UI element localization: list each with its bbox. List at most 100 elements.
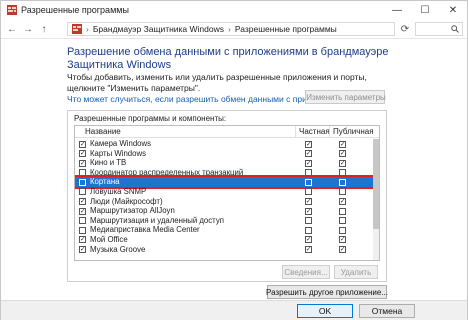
cancel-button[interactable]: Отмена <box>359 304 415 318</box>
row-name: Маршрутизация и удаленный доступ <box>90 215 224 225</box>
row-name: Кортана <box>90 177 120 187</box>
row-enabled-checkbox[interactable]: ✓ <box>79 246 86 254</box>
row-enabled-checkbox[interactable]: ✓ <box>79 236 86 244</box>
maximize-button[interactable]: ☐ <box>411 1 439 19</box>
row-name: Люди (Майкрософт) <box>90 196 163 206</box>
public-checkbox[interactable] <box>339 207 346 215</box>
details-button[interactable]: Сведения... <box>282 265 330 279</box>
private-checkbox[interactable]: ✓ <box>305 236 312 244</box>
private-checkbox[interactable]: ✓ <box>305 246 312 254</box>
private-checkbox[interactable] <box>305 169 312 177</box>
table-row[interactable]: Кортана <box>75 175 375 189</box>
ok-button[interactable]: OK <box>297 304 353 318</box>
row-name: Музыка Groove <box>90 244 146 254</box>
row-name: Ловушка SNMP <box>90 186 147 196</box>
row-name: Мой Office <box>90 234 128 244</box>
row-name: Медиаприставка Media Center <box>90 225 200 235</box>
breadcrumb-firewall[interactable]: Брандмауэр Защитника Windows <box>93 24 224 34</box>
firewall-icon <box>72 24 82 34</box>
row-enabled-checkbox[interactable]: ✓ <box>79 207 86 215</box>
scrollbar-thumb[interactable] <box>373 139 379 229</box>
private-checkbox[interactable]: ✓ <box>305 207 312 215</box>
column-public-header[interactable]: Публичная <box>333 127 374 136</box>
column-divider <box>329 126 330 138</box>
up-button[interactable]: ↑ <box>37 22 51 36</box>
private-checkbox[interactable] <box>305 226 312 234</box>
private-checkbox[interactable] <box>305 188 312 196</box>
public-checkbox[interactable]: ✓ <box>339 198 346 206</box>
search-icon <box>451 25 459 33</box>
public-checkbox[interactable]: ✓ <box>339 236 346 244</box>
public-checkbox[interactable]: ✓ <box>339 246 346 254</box>
breadcrumb-separator: › <box>228 24 231 34</box>
allowed-apps-group: Разрешенные программы и компоненты: Назв… <box>67 110 387 282</box>
column-divider <box>295 126 296 138</box>
dialog-footer: OK Отмена <box>1 300 467 320</box>
private-checkbox[interactable]: ✓ <box>305 159 312 167</box>
forward-button[interactable]: → <box>21 22 35 36</box>
change-settings-label: Изменить параметры <box>306 92 386 102</box>
private-checkbox[interactable]: ✓ <box>305 140 312 148</box>
row-enabled-checkbox[interactable]: ✓ <box>79 198 86 206</box>
private-checkbox[interactable] <box>305 178 312 186</box>
navigation-bar: ← → ↑ › Брандмауэр Защитника Windows › Р… <box>1 19 467 39</box>
back-button[interactable]: ← <box>5 22 19 36</box>
title-bar: Разрешенные программы — ☐ ✕ <box>1 1 467 19</box>
public-checkbox[interactable]: ✓ <box>339 140 346 148</box>
table-row[interactable]: Координатор распределенных транзакций <box>75 168 373 178</box>
column-name-header[interactable]: Название <box>85 127 121 136</box>
address-bar[interactable]: › Брандмауэр Защитника Windows › Разреше… <box>67 22 395 36</box>
search-box[interactable] <box>415 22 463 36</box>
public-checkbox[interactable]: ✓ <box>339 159 346 167</box>
row-enabled-checkbox[interactable]: ✓ <box>79 150 86 158</box>
table-row[interactable]: ✓ Кино и ТВ ✓ ✓ <box>75 158 373 168</box>
public-checkbox[interactable] <box>339 169 346 177</box>
firewall-allowed-apps-window: Разрешенные программы — ☐ ✕ ← → ↑ › Бран… <box>0 0 468 320</box>
private-checkbox[interactable]: ✓ <box>305 150 312 158</box>
allow-other-app-button[interactable]: Разрешить другое приложение... <box>266 285 388 299</box>
row-enabled-checkbox[interactable]: ✓ <box>79 159 86 167</box>
page-heading: Разрешение обмена данными с приложениями… <box>67 46 389 71</box>
firewall-icon <box>7 5 17 15</box>
minimize-button[interactable]: — <box>383 1 411 19</box>
private-checkbox[interactable] <box>305 217 312 225</box>
public-checkbox[interactable]: ✓ <box>339 150 346 158</box>
row-name: Координатор распределенных транзакций <box>90 167 244 177</box>
public-checkbox[interactable] <box>339 226 346 234</box>
public-checkbox[interactable] <box>339 178 346 186</box>
refresh-button[interactable]: ⟳ <box>398 22 412 36</box>
list-rows: ✓ Камера Windows ✓ ✓ ✓ Карты Windows ✓ ✓ ✓ Кино и… <box>75 139 375 255</box>
table-row[interactable]: ✓ Маршрутизатор AllJoyn ✓ <box>75 206 373 216</box>
table-row[interactable]: Медиаприставка Media Center <box>75 225 373 235</box>
row-name: Камера Windows <box>90 139 152 148</box>
row-enabled-checkbox[interactable] <box>79 226 86 234</box>
row-name: Кино и ТВ <box>90 158 127 168</box>
private-checkbox[interactable]: ✓ <box>305 198 312 206</box>
main-content: Разрешение обмена данными с приложениями… <box>1 40 467 300</box>
allowed-apps-list[interactable]: Название Частная Публичная ✓ Камера Windo… <box>74 125 380 261</box>
list-header: Название Частная Публичная <box>75 126 379 138</box>
row-enabled-checkbox[interactable]: ✓ <box>79 140 86 148</box>
row-name: Карты Windows <box>90 148 147 158</box>
table-row[interactable]: Ловушка SNMP <box>75 187 373 197</box>
window-title: Разрешенные программы <box>21 5 129 15</box>
change-settings-button[interactable]: Изменить параметры <box>305 90 386 104</box>
breadcrumb-separator: › <box>86 24 89 34</box>
public-checkbox[interactable] <box>339 217 346 225</box>
public-checkbox[interactable] <box>339 188 346 196</box>
table-row[interactable]: ✓ Карты Windows ✓ ✓ <box>75 149 373 159</box>
delete-button[interactable]: Удалить <box>334 265 378 279</box>
column-private-header[interactable]: Частная <box>299 127 330 136</box>
table-row[interactable]: ✓ Камера Windows ✓ ✓ <box>75 139 373 149</box>
breadcrumb-allowed-apps[interactable]: Разрешенные программы <box>235 24 337 34</box>
table-row[interactable]: ✓ Мой Office ✓ ✓ <box>75 235 373 245</box>
row-enabled-checkbox[interactable] <box>79 178 86 186</box>
table-row[interactable]: ✓ Люди (Майкрософт) ✓ ✓ <box>75 197 373 207</box>
row-enabled-checkbox[interactable] <box>79 217 86 225</box>
row-enabled-checkbox[interactable] <box>79 188 86 196</box>
list-scrollbar[interactable] <box>373 139 379 260</box>
row-enabled-checkbox[interactable] <box>79 169 86 177</box>
table-row[interactable]: ✓ Музыка Groove ✓ ✓ <box>75 245 373 255</box>
close-button[interactable]: ✕ <box>439 1 467 19</box>
table-row[interactable]: Маршрутизация и удаленный доступ <box>75 216 373 226</box>
